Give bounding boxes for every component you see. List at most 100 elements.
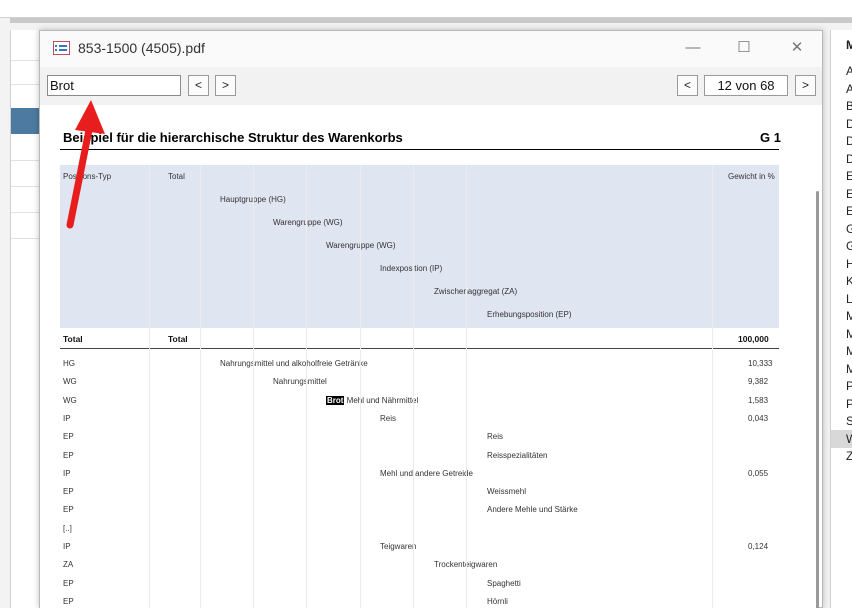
row-description: Nahrungsmittel und alkoholfreie Getränke [220,359,368,368]
column-separator [466,165,467,608]
background-list-item[interactable]: M [846,327,852,341]
background-list-item[interactable]: G [846,222,852,236]
table-row: WG Nahrungsmittel 9,382 [60,373,779,391]
row-weight: 0,043 [748,413,769,423]
row-type: WG [63,395,77,405]
background-list-item[interactable]: P [846,379,852,393]
background-list-item[interactable]: M [846,362,852,376]
background-list-item[interactable]: D [846,117,852,131]
background-left-panel [10,30,41,608]
minimize-button[interactable]: — [680,37,706,59]
row-type: IP [63,468,71,478]
row-description: Mehl und andere Getreide [380,468,473,478]
table-row: HG Nahrungsmittel und alkoholfreie Geträn… [60,355,779,373]
row-type: EP [63,596,74,606]
background-list-item[interactable]: P [846,397,852,411]
search-input[interactable] [47,75,181,96]
background-list-item[interactable]: E [846,204,852,218]
row-type: EP [63,505,74,515]
table-row: EP Weissmehl [60,483,779,501]
row-type: HG [63,359,75,368]
red-arrow-annotation [66,100,105,229]
table-row: EP Spaghetti [60,575,779,593]
background-list-item[interactable]: L [846,292,852,306]
row-description: Reis [487,432,504,442]
column-separator [360,165,361,608]
total-rule [60,348,779,349]
background-list-item[interactable]: H [846,257,852,271]
row-type: WG [63,377,77,387]
table-row: EP Reis [60,428,779,446]
table-row: EP Andere Mehle und Stärke [60,501,779,519]
background-list-item[interactable]: E [846,169,852,183]
background-list-item[interactable]: A [846,82,852,96]
table-row: ZATrockenteigwaren [60,556,779,574]
row-type: [..] [63,523,72,533]
background-list-item[interactable]: S [846,414,852,428]
row-type: ZA [63,560,74,570]
vertical-scrollbar[interactable] [816,191,819,608]
total-row: Total Total 100,000 [60,331,779,349]
row-description: Weissmehl [487,487,526,497]
table-row: [..] [60,520,779,538]
background-list-item[interactable]: D [846,152,852,166]
background-list-item[interactable]: W [846,432,852,446]
background-list-item[interactable]: M [846,344,852,358]
background-list-item[interactable]: Z [846,449,852,463]
background-right-list: M AABDDDEEEGGHKLMMMMPPSWZ [830,30,852,608]
column-separator [413,165,414,608]
header-level-ip: Indexposition (IP) [380,264,443,273]
maximize-button[interactable]: ☐ [731,37,757,59]
total-type: Total [63,334,83,344]
column-separator [200,165,201,608]
search-hit-highlight: Brot [326,395,345,405]
search-prev-button[interactable]: < [188,75,209,96]
page-next-button[interactable]: > [795,75,816,96]
total-weight: 100,000 [738,334,769,344]
row-type: IP [63,542,71,551]
background-divider [10,18,852,23]
row-description: Teigwaren [380,542,417,551]
row-weight: 0,124 [748,542,769,551]
row-type: EP [63,578,74,588]
table-row: EP Reisspezialitäten [60,447,779,465]
page-prev-button[interactable]: < [677,75,698,96]
row-description: Nahrungsmittel [273,377,327,387]
row-weight: 10,333 [748,359,773,368]
row-description: Andere Mehle und Stärke [487,505,578,515]
title-rule [60,149,779,150]
background-right-header: M [846,38,852,52]
row-description: Reis [380,413,397,423]
search-next-button[interactable]: > [215,75,236,96]
background-list-item[interactable]: E [846,187,852,201]
background-list-item[interactable]: B [846,99,852,113]
page-indicator: 12 von 68 [704,75,788,96]
document-code: G 1 [760,130,781,145]
table-header: Positions-Typ Total Gewicht in % Hauptgr… [60,165,779,328]
row-type: IP [63,413,71,423]
background-list-item[interactable]: D [846,134,852,148]
row-weight: 9,382 [748,377,769,387]
background-list-item[interactable]: A [846,64,852,78]
row-weight: 0,055 [748,468,769,478]
row-type: EP [63,432,74,442]
row-description: Brot Mehl und Nährmittel [326,395,419,405]
close-button[interactable]: ✕ [784,37,810,59]
table-row: WG Brot Mehl und Nährmittel 1,583 [60,392,779,410]
table-row: EP Hörnli [60,593,779,608]
column-separator [306,165,307,608]
row-description: Hörnli [487,596,508,606]
row-type: EP [63,450,74,460]
background-app-topbar [0,0,852,18]
row-type: EP [63,487,74,497]
background-list-item[interactable]: G [846,239,852,253]
table-row: IP Reis 0,043 [60,410,779,428]
background-list-item[interactable]: K [846,274,852,288]
column-separator [253,165,254,608]
header-weight: Gewicht in % [728,172,775,181]
pdf-app-icon [53,41,70,55]
table-row: IP Teigwaren 0,124 [60,538,779,556]
column-separator [712,165,713,608]
background-list-item[interactable]: M [846,309,852,323]
background-selected-row[interactable] [11,108,41,134]
